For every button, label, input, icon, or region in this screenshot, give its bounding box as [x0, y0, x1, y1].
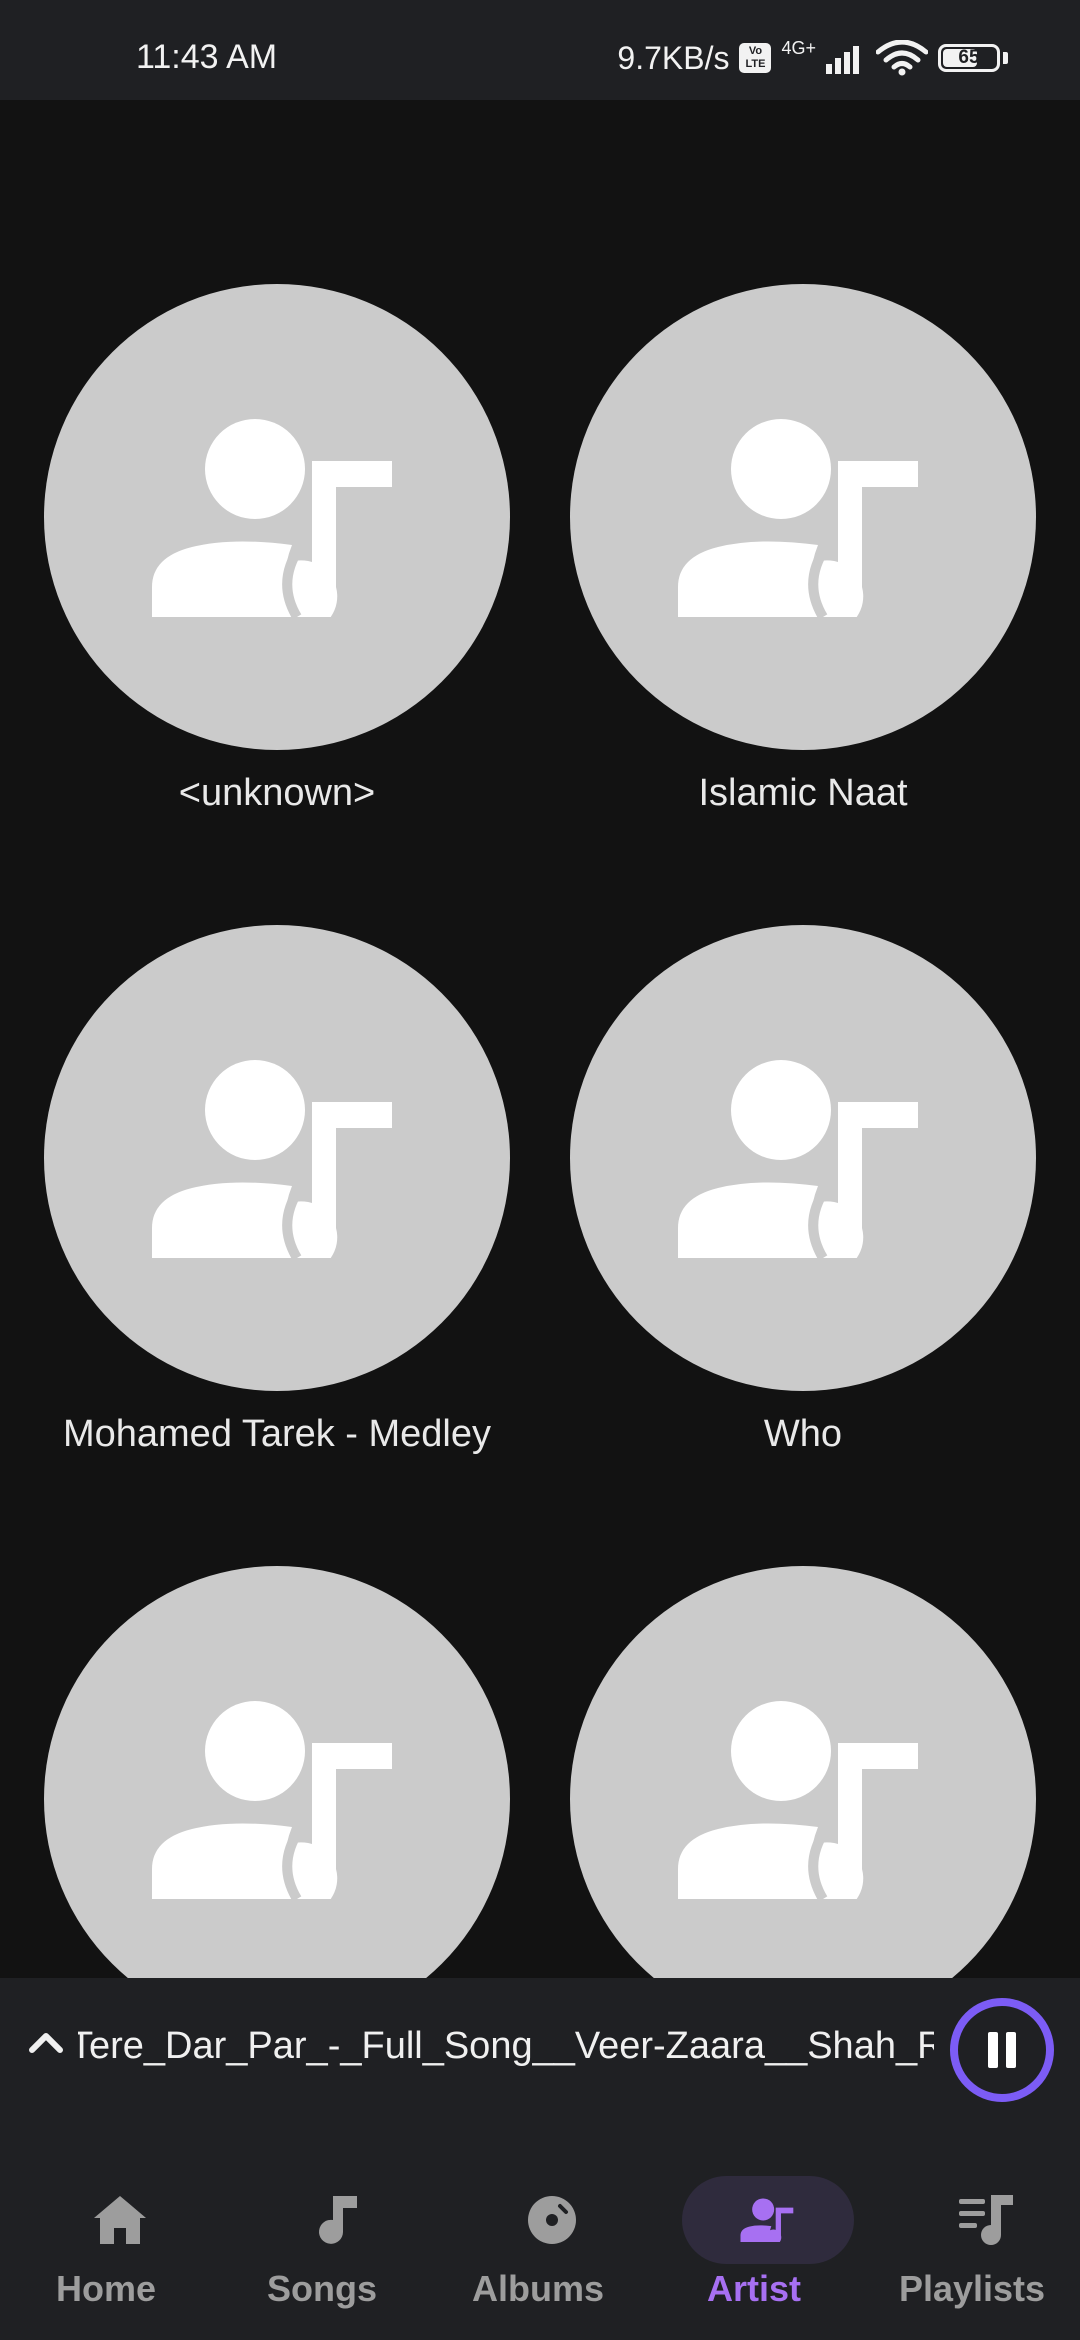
network-speed: 9.7KB/s [617, 39, 730, 76]
nav-albums-pill [466, 2176, 638, 2264]
artist-grid[interactable]: <unknown> Islamic Naat Mohamed Tarek - M… [0, 100, 1080, 1978]
artist-placeholder-icon [570, 925, 1036, 1391]
person-music-icon [152, 419, 392, 617]
nav-item-playlists[interactable]: Playlists [872, 2150, 1072, 2320]
status-time: 11:43 AM [136, 38, 278, 76]
artist-name: Mohamed Tarek - Medley [62, 1413, 492, 1455]
nav-label-songs: Songs [266, 2268, 377, 2309]
nav-home-pill [34, 2176, 206, 2264]
signal-icon [826, 46, 859, 74]
artist-placeholder-icon [44, 925, 510, 1391]
nav-item-albums[interactable]: Albums [438, 2150, 638, 2320]
bottom-navigation: Home Songs Albums Artist Playlists [0, 2122, 1080, 2340]
battery-level: 65 [958, 47, 980, 68]
artist-card[interactable]: Islamic Naat [570, 284, 1036, 884]
artist-placeholder-icon [44, 1566, 510, 1978]
person-music-icon [152, 1701, 392, 1899]
artist-placeholder-icon [570, 284, 1036, 750]
pause-button[interactable] [950, 1998, 1054, 2102]
artist-name: Islamic Naat [698, 772, 908, 814]
volte-icon: Vo LTE [739, 43, 772, 73]
artist-placeholder-icon [44, 284, 510, 750]
person-music-icon [152, 1060, 392, 1258]
nav-item-artist[interactable]: Artist [654, 2150, 854, 2320]
network-type: 4G+ [781, 37, 816, 58]
person-music-icon [678, 419, 918, 617]
album-icon [528, 2196, 576, 2244]
artist-card[interactable]: Who [570, 925, 1036, 1525]
artist-card[interactable]: <unknown> [44, 284, 510, 884]
pause-icon [988, 2032, 1016, 2068]
home-icon [94, 2196, 146, 2244]
artist-card[interactable] [44, 1566, 510, 1978]
artist-placeholder-icon [570, 1566, 1036, 1978]
playlist-icon [959, 2195, 1013, 2245]
now-playing-title[interactable]: Tere_Dar_Par_-_Full_Song__Veer-Zaara__Sh… [78, 2026, 934, 2068]
volte-top: Vo [748, 45, 763, 57]
chevron-up-icon[interactable] [24, 2020, 68, 2064]
battery-icon: 65 [938, 44, 1000, 72]
nav-songs-pill [250, 2176, 422, 2264]
nav-label-playlists: Playlists [898, 2268, 1046, 2309]
nav-label-artist: Artist [706, 2268, 801, 2309]
artist-card[interactable] [570, 1566, 1036, 1978]
volte-bottom: LTE [745, 58, 766, 70]
status-bar: 11:43 AM 9.7KB/s Vo LTE 4G+ 65 [0, 0, 1080, 100]
artist-card[interactable]: Mohamed Tarek - Medley [44, 925, 510, 1525]
wifi-icon [876, 40, 928, 76]
nav-item-songs[interactable]: Songs [222, 2150, 422, 2320]
artist-icon [740, 2198, 794, 2242]
battery-tip [1003, 52, 1008, 64]
artist-name: <unknown> [178, 772, 376, 814]
status-icons: 9.7KB/s Vo LTE 4G+ 65 [617, 36, 1008, 80]
person-music-icon [678, 1701, 918, 1899]
nav-label-home: Home [55, 2268, 157, 2309]
nav-playlists-pill [900, 2176, 1072, 2264]
person-music-icon [678, 1060, 918, 1258]
music-note-icon [319, 2196, 357, 2244]
artist-name: Who [763, 1413, 843, 1455]
nav-item-home[interactable]: Home [6, 2150, 206, 2320]
nav-artist-pill [682, 2176, 854, 2264]
nav-label-albums: Albums [471, 2268, 604, 2309]
mini-player[interactable]: Tere_Dar_Par_-_Full_Song__Veer-Zaara__Sh… [0, 1978, 1080, 2122]
